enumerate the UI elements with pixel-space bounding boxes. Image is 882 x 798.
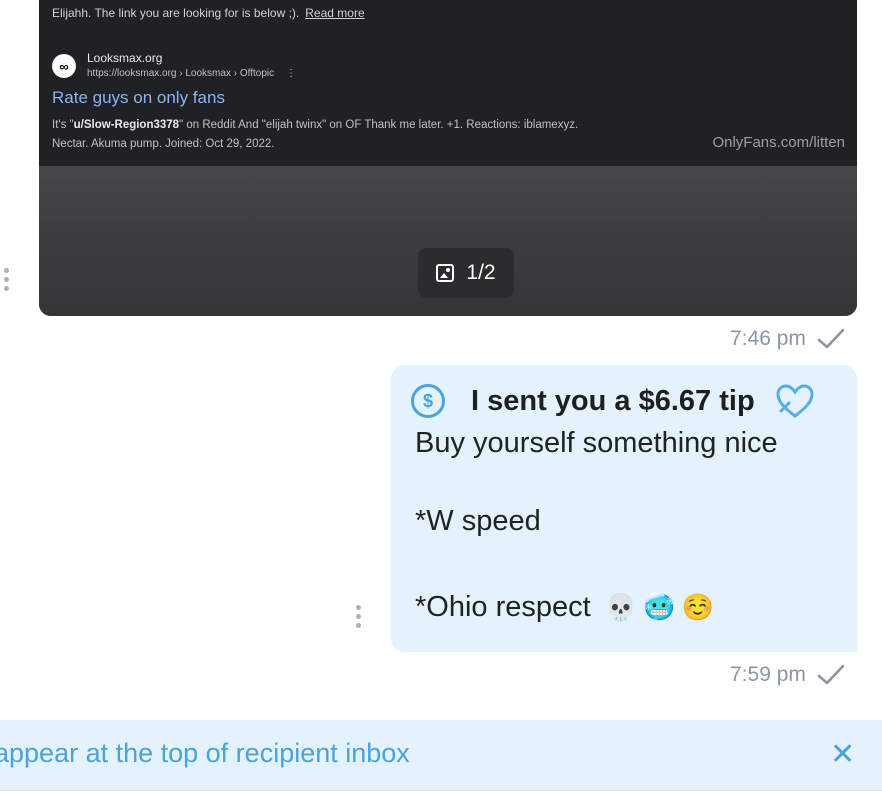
result-title: Rate guys on only fans bbox=[52, 88, 225, 107]
message-line-with-emoji: *Ohio respect 💀 🥶 ☺️ bbox=[415, 591, 714, 624]
tip-amount-text: I sent you a $6.67 tip bbox=[471, 384, 755, 417]
smiling-emoji: ☺️ bbox=[681, 592, 714, 622]
tip-header: $ I sent you a $6.67 tip bbox=[411, 383, 815, 419]
divider bbox=[0, 790, 882, 791]
snippet-line2: Nectar. Akuma pump. Joined: Oct 29, 2022… bbox=[52, 138, 275, 150]
snippet-rest: " on Reddit And "elijah twinx" on OF Tha… bbox=[179, 119, 579, 131]
message-options-icon[interactable] bbox=[4, 268, 10, 295]
skull-emoji: 💀 bbox=[604, 592, 638, 622]
message-options-icon[interactable] bbox=[356, 605, 362, 632]
dollar-icon: $ bbox=[411, 384, 445, 418]
site-name: Looksmax.org bbox=[87, 51, 163, 65]
outgoing-message-meta: 7:59 pm bbox=[730, 663, 846, 687]
message-line: *W speed bbox=[415, 505, 541, 537]
banner-text: appear at the top of recipient inbox bbox=[0, 738, 410, 768]
message-line: *Ohio respect bbox=[415, 591, 591, 623]
message-time: 7:46 pm bbox=[730, 327, 806, 350]
close-icon[interactable]: ✕ bbox=[830, 740, 855, 770]
snippet-username: u/Slow-Region3378 bbox=[73, 119, 180, 131]
screenshot-text-line: Elijahh. The link you are looking for is… bbox=[52, 6, 300, 20]
gallery-icon bbox=[436, 264, 455, 282]
read-more-link: Read more bbox=[305, 6, 365, 20]
check-icon bbox=[817, 328, 845, 349]
site-url: https://looksmax.org › Looksmax › Offtop… bbox=[87, 68, 275, 79]
cold-face-emoji: 🥶 bbox=[643, 592, 676, 622]
site-logo-icon: ∞ bbox=[52, 54, 76, 78]
outgoing-tip-message[interactable]: $ I sent you a $6.67 tip Buy yourself so… bbox=[391, 365, 857, 652]
result-snippet: It's "u/Slow-Region3378" on Reddit And "… bbox=[52, 116, 752, 154]
check-icon bbox=[817, 664, 845, 685]
message-line: Buy yourself something nice bbox=[415, 427, 778, 459]
heart-icon bbox=[776, 384, 814, 418]
kebab-menu-icon: ⋮ bbox=[286, 68, 297, 79]
info-banner: appear at the top of recipient inbox ✕ bbox=[0, 720, 882, 790]
watermark: OnlyFans.com/litten bbox=[712, 134, 845, 151]
incoming-message-meta: 7:46 pm bbox=[730, 327, 846, 351]
message-time: 7:59 pm bbox=[730, 663, 806, 686]
search-result-screenshot: Elijahh. The link you are looking for is… bbox=[39, 0, 857, 166]
media-counter[interactable]: 1/2 bbox=[418, 248, 514, 298]
snippet-prefix: It's " bbox=[52, 119, 74, 131]
incoming-media-message[interactable]: Elijahh. The link you are looking for is… bbox=[39, 0, 857, 316]
media-counter-text: 1/2 bbox=[466, 261, 496, 284]
